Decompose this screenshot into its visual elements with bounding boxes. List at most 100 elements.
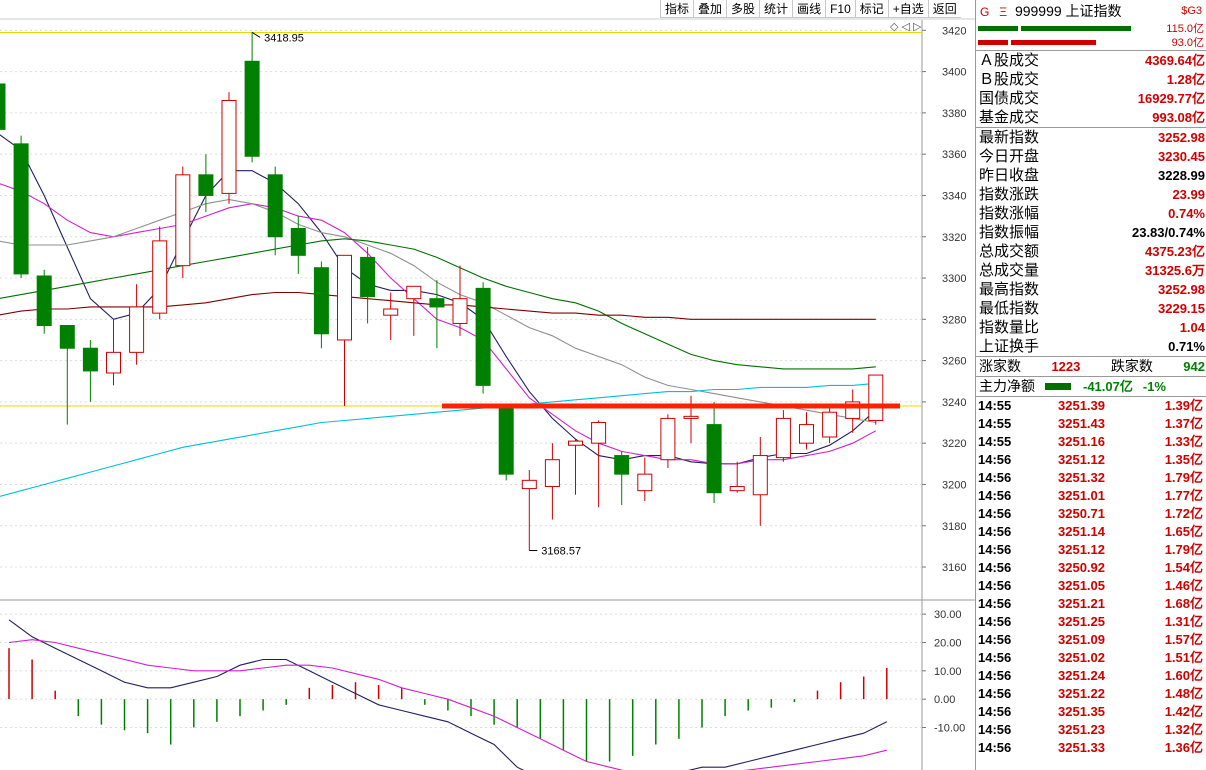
stat-label: 指数涨幅 [979,205,1040,222]
stat-row: 指数涨幅 0.74% [976,204,1206,223]
tick-price: 3251.39 [1058,398,1105,413]
tick-price: 3251.22 [1058,686,1105,701]
stat-label: 指数量比 [979,319,1040,336]
macd-y-tick-label: -10.00 [934,723,965,735]
tick-time: 14:56 [978,578,1012,593]
toolbar-button[interactable]: 画线 [792,0,826,18]
toolbar-button[interactable]: +自选 [887,0,928,18]
stat-row: Ｂ股成交 1.28亿 [976,70,1206,89]
y-tick-label: 3340 [942,190,966,202]
candle-body [406,285,422,300]
candle-body [198,174,214,196]
candle-body [752,455,768,496]
tick-price: 3251.32 [1058,470,1105,485]
y-tick-label: 3220 [942,438,966,450]
tick-time: 14:56 [978,686,1012,701]
candle-body [544,459,560,488]
g-icon[interactable]: G [980,5,989,19]
tick-time: 14:56 [978,560,1012,575]
candle-body [175,174,191,267]
tick-amount: 1.77亿 [1164,488,1203,503]
tick-row: 14:56 3251.05 1.46亿 [976,577,1206,595]
main-net-value: -41.07亿 [1083,379,1133,394]
stat-label: 最高指数 [979,281,1040,298]
candle-body [106,351,121,374]
candle-body [0,83,6,130]
tick-time: 14:56 [978,524,1012,539]
toolbar-button[interactable]: 标记 [854,0,888,18]
stat-row: 总成交额 4375.23亿 [976,242,1206,261]
tick-row: 14:56 3251.09 1.57亿 [976,631,1206,649]
stat-row: 昨日收盘 3228.99 [976,166,1206,185]
stat-value: 23.83/0.74% [1131,225,1205,240]
volume-value: 115.0亿 [1166,23,1204,35]
stat-row: 指数振幅 23.83/0.74% [976,223,1206,242]
tick-row: 14:56 3251.23 1.32亿 [976,721,1206,739]
y-tick-label: 3160 [942,562,966,574]
stat-value: 1.04 [1179,320,1205,335]
tick-time: 14:56 [978,668,1012,683]
candle-body [614,455,630,475]
stat-label: 总成交额 [979,243,1040,260]
stat-row: 总成交量 31325.6万 [976,261,1206,280]
macd-y-tick-label: 20.00 [934,638,962,650]
stock-header: G Ξ 999999 上证指数 $G3 [976,0,1206,22]
stat-label: 今日开盘 [979,148,1040,165]
toolbar-button[interactable]: F10 [825,0,855,18]
tick-row: 14:56 3251.22 1.48亿 [976,685,1206,703]
stat-value: 3229.15 [1158,301,1205,316]
tick-amount: 1.37亿 [1164,416,1203,431]
tick-time: 14:56 [978,740,1012,755]
tick-price: 3251.01 [1058,488,1105,503]
stat-value: 4369.64亿 [1145,53,1205,68]
tick-time: 14:56 [978,704,1012,719]
tick-row: 14:56 3250.71 1.72亿 [976,505,1206,523]
kline-chart-area[interactable]: 3420 3400 3380 3360 3340 3320 3300 3280 3260 3240… [0,0,975,770]
stat-value: 16929.77亿 [1137,91,1205,106]
tick-row: 14:56 3251.35 1.42亿 [976,703,1206,721]
tick-row: 14:56 3251.24 1.60亿 [976,667,1206,685]
tick-time: 14:56 [978,722,1012,737]
toolbar-button[interactable]: 叠加 [693,0,727,18]
toolbar-button[interactable]: 统计 [759,0,793,18]
y-tick-label: 3360 [942,149,966,161]
stat-label: 指数振幅 [979,224,1040,241]
stat-value: 3230.45 [1158,149,1205,164]
candle-body [129,306,145,353]
tick-amount: 1.72亿 [1164,506,1203,521]
candle-body [429,298,445,308]
tick-row: 14:55 3251.43 1.37亿 [976,415,1206,433]
tick-amount: 1.36亿 [1164,740,1203,755]
tick-amount: 1.65亿 [1164,524,1203,539]
tick-price: 3251.16 [1058,434,1105,449]
toolbar-button[interactable]: 返回 [927,0,961,18]
tick-row: 14:56 3251.25 1.31亿 [976,613,1206,631]
stat-value: 0.71% [1168,339,1205,354]
chart-nav-icons[interactable]: ◇ ◁ ▷ [890,20,922,33]
quote-panel: G Ξ 999999 上证指数 $G3 115.0亿 93.0亿 Ａ股成交 4369… [975,0,1206,770]
toolbar-button[interactable]: 指标 [660,0,694,18]
macd-y-tick-label: 0.00 [934,694,955,706]
toolbar-button[interactable]: 多股 [726,0,760,18]
tick-list[interactable]: 14:55 3251.39 1.39亿 14:55 3251.43 1.37亿 14:55 3… [976,396,1206,757]
tick-price: 3251.12 [1058,542,1105,557]
tick-row: 14:56 3251.32 1.79亿 [976,469,1206,487]
menu-icon[interactable]: Ξ [999,5,1007,19]
y-tick-label: 3180 [942,521,966,533]
high-label: 3418.95 [264,32,304,44]
tick-price: 3251.09 [1058,632,1105,647]
stat-value: 31325.6万 [1145,263,1205,278]
tick-time: 14:56 [978,596,1012,611]
candle-body [452,298,468,324]
stat-label: 昨日收盘 [979,167,1040,184]
candle-body [799,424,814,444]
stat-label: Ｂ股成交 [979,71,1040,88]
tick-row: 14:56 3251.14 1.65亿 [976,523,1206,541]
candle-body [568,440,583,446]
tick-time: 14:55 [978,416,1012,431]
tick-amount: 1.79亿 [1164,542,1203,557]
candle-body [729,486,745,492]
sg-tag[interactable]: $G3 [1181,0,1202,22]
stat-value: 1.28亿 [1166,72,1205,87]
candle-body [706,424,722,494]
